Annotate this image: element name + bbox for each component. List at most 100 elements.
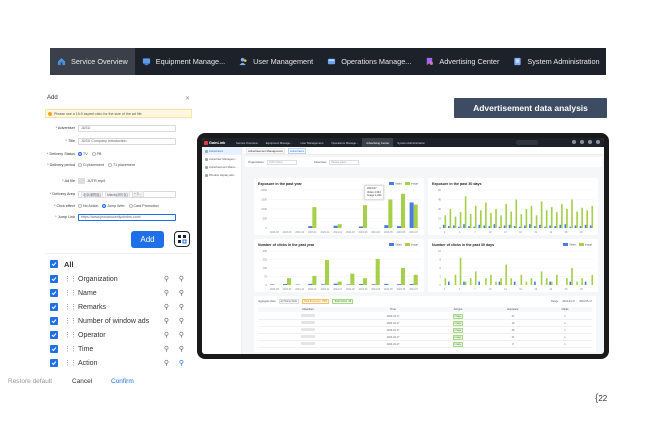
checkbox-checked-icon[interactable] [50,331,58,339]
bar-image[interactable] [495,281,497,285]
bar-image[interactable] [413,274,418,285]
tab-system-administration[interactable]: System Administration [506,48,606,75]
bar-video[interactable] [544,226,546,228]
inner-page-tab[interactable]: Advertisement Management [246,147,285,154]
bar-image[interactable] [566,278,568,285]
pin-right-active-icon[interactable]: ⚲ [177,359,186,367]
drag-handle-icon[interactable]: ⋮⋮ [64,331,77,339]
bar-video[interactable] [358,284,363,285]
close-icon[interactable]: ✕ [185,95,190,102]
checkbox-checked-icon[interactable] [50,345,58,353]
checkbox-checked-icon[interactable] [50,303,58,311]
bar-video[interactable] [498,226,501,228]
drag-handle-icon[interactable]: ⋮⋮ [64,359,77,367]
bar-video[interactable] [488,226,491,228]
bar-video[interactable] [584,281,587,285]
bar-video[interactable] [549,225,551,228]
bar-image[interactable] [556,212,558,228]
bar-video[interactable] [503,225,506,228]
bar-video[interactable] [584,224,587,228]
bar-video[interactable] [346,284,351,285]
bar-video[interactable] [468,226,470,228]
bar-image[interactable] [510,211,513,228]
bar-image[interactable] [312,275,317,285]
inner-page-tab-active[interactable]: Advertisers [287,147,306,154]
bar-video[interactable] [308,283,313,285]
bar-image[interactable] [464,196,467,228]
table-row[interactable]: 2024-04-17 Image 19 1 [258,320,592,327]
column-row[interactable]: ⋮⋮ Name ⚲ ⚲ [50,287,186,299]
bar-image[interactable] [490,212,492,228]
bar-image[interactable] [459,212,462,228]
bar-video[interactable] [463,224,465,228]
checkbox-checked-icon[interactable] [50,359,58,367]
bar-image[interactable] [520,214,523,228]
bar-video[interactable] [282,284,287,285]
column-row[interactable]: ⋮⋮ Remarks ⚲ ⚲ [50,301,186,313]
bar-image[interactable] [545,278,548,285]
radio-pb[interactable]: PB [91,152,101,156]
bar-image[interactable] [576,211,578,228]
bar-image[interactable] [571,199,573,229]
bar-image[interactable] [401,268,406,285]
bar-image[interactable] [413,204,418,228]
inner-tab[interactable]: System Administration [393,138,429,147]
bar-video[interactable] [409,283,414,285]
bar-image[interactable] [363,278,368,285]
pin-right-icon[interactable]: ⚲ [177,331,186,339]
bar-image[interactable] [337,281,342,285]
column-row[interactable]: ⋮⋮ Organization ⚲ ⚲ [50,273,186,285]
bar-image[interactable] [561,203,563,228]
column-settings-button[interactable] [174,231,190,247]
inner-search-input[interactable] [516,140,538,145]
column-row[interactable]: ⋮⋮ Time ⚲ ⚲ [50,343,186,355]
bar-video[interactable] [483,225,486,228]
range-picker[interactable]: Range 2024-04-17 2024-05-17 [551,300,592,303]
bar-image[interactable] [591,274,594,285]
radio-jump-web[interactable]: Jump Web [102,204,125,208]
bar-image[interactable] [388,199,393,229]
inner-tab[interactable]: Equipment Manage... [262,138,297,147]
bar-video[interactable] [453,225,455,228]
bar-image[interactable] [375,258,380,285]
bar-video[interactable] [579,226,582,228]
bar-image[interactable] [550,281,553,285]
bar-image[interactable] [556,274,558,285]
bar-image[interactable] [287,278,292,285]
tab-user-management[interactable]: User Management [232,48,320,75]
bar-video[interactable] [270,284,275,285]
settings-icon[interactable] [588,140,592,144]
org-select[interactable]: JUSU (Goo) [266,159,297,165]
sidebar-item-window-display-ads[interactable]: Window display ads... [202,171,241,179]
bar-image[interactable] [495,209,497,228]
bar-video[interactable] [508,224,511,228]
bar-image[interactable] [325,260,330,285]
bar-image[interactable] [474,271,477,285]
bar-image[interactable] [581,278,583,285]
cancel-button[interactable]: Cancel [72,378,111,385]
bar-video[interactable] [409,202,414,228]
bar-image[interactable] [525,281,528,285]
delivery-area-select[interactable]: 北京(朝阳区) Mianki(闵行区) + 3 ... [78,190,176,198]
bar-video[interactable] [513,226,516,228]
bar-image[interactable] [490,274,492,285]
drag-handle-icon[interactable]: ⋮⋮ [64,317,77,325]
bar-video[interactable] [539,224,541,228]
bar-image[interactable] [550,207,553,228]
bar-image[interactable] [454,216,457,228]
bar-image[interactable] [444,215,447,228]
bar-image[interactable] [474,205,477,228]
bar-video[interactable] [559,224,562,228]
inner-tab[interactable]: Operations Manage... [327,138,362,147]
pin-left-icon[interactable]: ⚲ [162,317,171,325]
notification-icon[interactable] [572,140,576,144]
tab-service-overview[interactable]: Service Overview [50,48,135,75]
bar-image[interactable] [510,278,513,285]
radio-no-action[interactable]: No Action [78,204,98,208]
bar-image[interactable] [540,271,543,285]
bar-video[interactable] [384,283,389,285]
file-thumbnail[interactable] [78,178,85,184]
table-row[interactable]: 2024-04-17 Image 8 1 [258,341,592,348]
pin-right-icon[interactable]: ⚲ [177,345,186,353]
bar-video[interactable] [358,226,363,228]
